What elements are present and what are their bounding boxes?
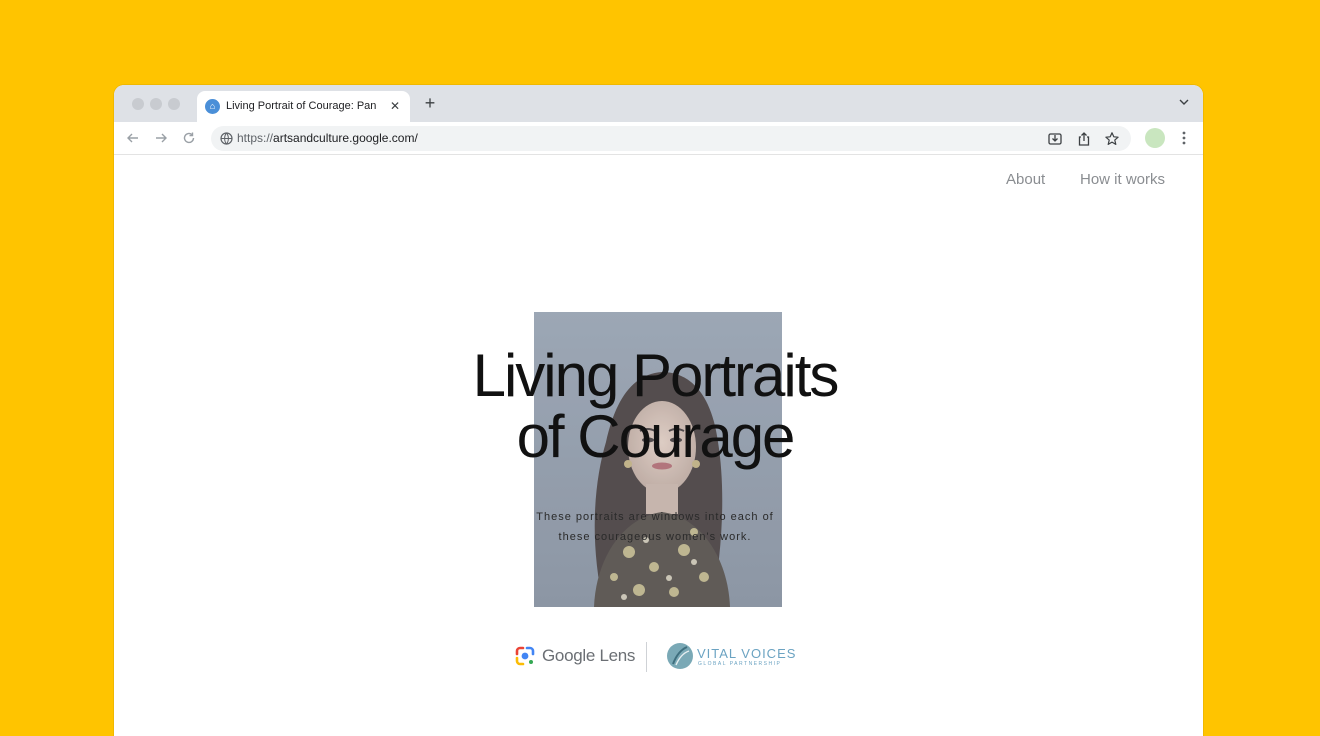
tab-title: Living Portrait of Courage: Pan xyxy=(226,100,377,112)
window-close-button[interactable] xyxy=(132,98,144,110)
star-icon[interactable] xyxy=(1104,131,1120,147)
active-tab[interactable]: ⌂ Living Portrait of Courage: Pan ✕ xyxy=(197,91,410,122)
toolbar: https://artsandculture.google.com/ xyxy=(114,122,1203,155)
window-minimize-button[interactable] xyxy=(150,98,162,110)
vital-voices-tagline: GLOBAL PARTNERSHIP xyxy=(698,661,782,667)
tab-close-icon[interactable]: ✕ xyxy=(388,98,402,114)
url-scheme: https:// xyxy=(237,131,274,145)
install-app-icon[interactable] xyxy=(1047,131,1063,147)
hero-title: Living Portraits of Courage xyxy=(404,345,906,467)
vital-voices-logo-icon xyxy=(666,642,694,670)
new-tab-button[interactable]: + xyxy=(420,93,440,113)
profile-avatar[interactable] xyxy=(1145,128,1165,148)
partner-divider xyxy=(646,642,647,672)
tab-strip: ⌂ Living Portrait of Courage: Pan ✕ + xyxy=(114,85,1203,122)
partner-logos: Google Lens VITAL VOICES GLOBAL PARTNERS… xyxy=(514,640,804,674)
hero-title-line1: Living Portraits xyxy=(472,342,840,409)
google-lens-logo-text: Google Lens xyxy=(542,646,636,665)
share-icon[interactable] xyxy=(1076,131,1092,147)
hero-subtitle: These portraits are windows into each of… xyxy=(454,507,856,547)
page-content: About How it works Living Portraits of C… xyxy=(114,155,1203,736)
more-vertical-icon[interactable] xyxy=(1178,129,1190,147)
nav-about-link[interactable]: About xyxy=(1006,171,1045,188)
nav-how-it-works-link[interactable]: How it works xyxy=(1080,171,1165,188)
address-bar[interactable]: https://artsandculture.google.com/ xyxy=(211,126,1131,151)
arrow-right-icon[interactable] xyxy=(153,130,169,146)
chevron-down-icon[interactable] xyxy=(1177,95,1191,109)
vital-voices-name: VITAL VOICES xyxy=(697,646,797,661)
url-text: https://artsandculture.google.com/ xyxy=(237,131,418,145)
window-zoom-button[interactable] xyxy=(168,98,180,110)
browser-window: ⌂ Living Portrait of Courage: Pan ✕ + ht… xyxy=(114,85,1203,736)
globe-icon[interactable] xyxy=(220,132,233,145)
google-lens-icon xyxy=(514,645,536,667)
hero-title-line2: of Courage xyxy=(516,403,796,470)
arts-culture-favicon-icon: ⌂ xyxy=(205,99,220,114)
hero-subtitle-line1: These portraits are windows into each of xyxy=(536,511,774,523)
url-host: artsandculture.google.com/ xyxy=(273,131,418,145)
reload-icon[interactable] xyxy=(181,130,197,146)
arrow-left-icon[interactable] xyxy=(125,130,141,146)
hero-subtitle-line2: these courageous women's work. xyxy=(558,531,752,543)
